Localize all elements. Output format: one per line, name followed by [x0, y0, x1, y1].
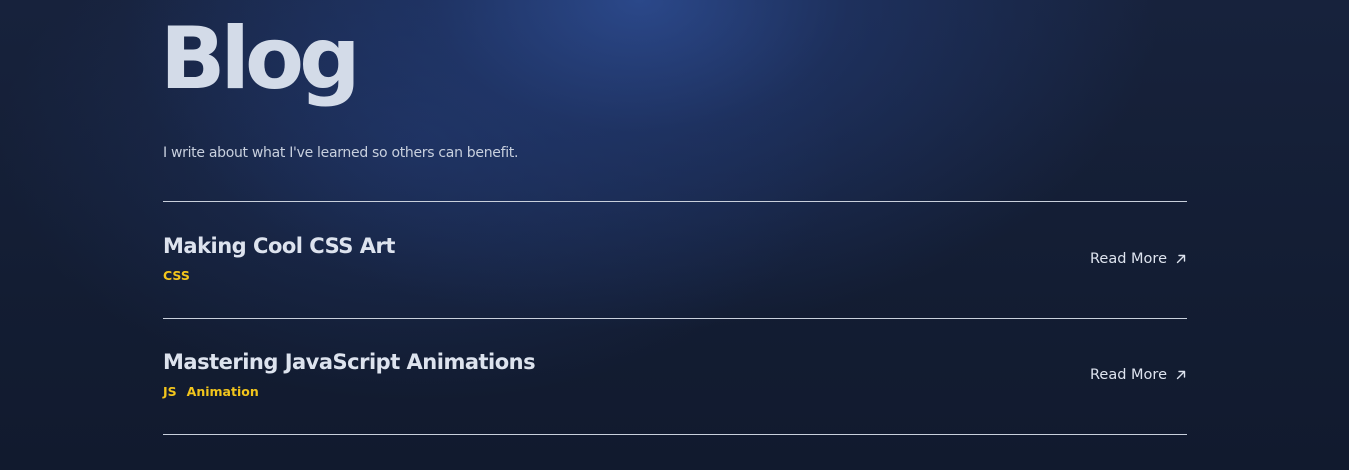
post-item[interactable]: Making Cool CSS Art CSS Read More — [163, 202, 1187, 317]
page-subtitle: I write about what I've learned so other… — [163, 145, 519, 161]
read-more-link[interactable]: Read More — [1090, 251, 1187, 267]
post-title[interactable]: Making Cool CSS Art — [163, 234, 395, 258]
tag[interactable]: JS — [163, 384, 177, 399]
tag[interactable]: Animation — [187, 384, 259, 399]
tag[interactable]: CSS — [163, 268, 190, 283]
post-title[interactable]: Mastering JavaScript Animations — [163, 350, 536, 374]
page-title: Blog — [160, 9, 361, 109]
read-more-label: Read More — [1090, 251, 1167, 267]
divider — [163, 434, 1187, 435]
arrow-up-right-icon — [1176, 254, 1186, 264]
read-more-link[interactable]: Read More — [1090, 367, 1187, 383]
read-more-label: Read More — [1090, 367, 1167, 383]
post-tags: CSS — [163, 268, 190, 283]
post-tags: JS Animation — [163, 384, 259, 399]
arrow-up-right-icon — [1176, 370, 1186, 380]
post-item[interactable]: Mastering JavaScript Animations JS Anima… — [163, 318, 1187, 433]
